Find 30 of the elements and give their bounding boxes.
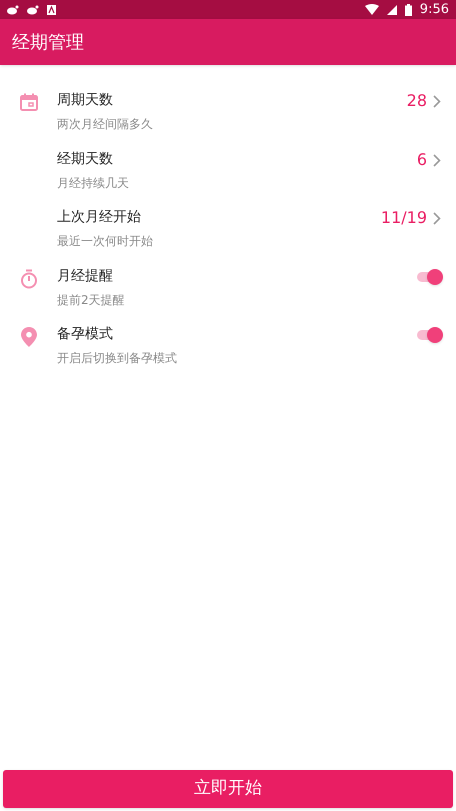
- setting-subtitle: 两次月经间隔多久: [57, 116, 153, 133]
- setting-subtitle: 最近一次何时开始: [57, 233, 153, 250]
- chevron-right-icon: [433, 95, 441, 108]
- setting-title: 备孕模式: [57, 325, 113, 344]
- setting-title: 经期天数: [57, 150, 113, 168]
- setting-value[interactable]: 6: [416, 148, 441, 170]
- chevron-right-icon: [433, 154, 441, 166]
- battery-icon: [404, 4, 412, 16]
- setting-subtitle: 月经持续几天: [57, 174, 129, 192]
- notification-icon: [27, 4, 39, 14]
- setting-title: 月经提醒: [57, 266, 113, 286]
- stopwatch-icon: [20, 268, 38, 288]
- clock-text: 9:56: [420, 3, 449, 16]
- setting-title: 周期天数: [57, 91, 113, 110]
- setting-title: 上次月经开始: [57, 208, 141, 227]
- toggle-switch[interactable]: [415, 325, 443, 345]
- signal-icon: [386, 4, 397, 14]
- setting-subtitle: 开启后切换到备孕模式: [57, 350, 177, 367]
- start-button[interactable]: 立即开始: [3, 770, 453, 808]
- chevron-right-icon: [433, 212, 441, 225]
- notification-icon: [47, 4, 56, 14]
- toggle-switch[interactable]: [415, 266, 443, 286]
- setting-subtitle: 提前2天提醒: [57, 292, 125, 308]
- app-title: 经期管理: [12, 30, 84, 54]
- setting-value[interactable]: 11/19: [380, 206, 441, 228]
- calendar-icon: [20, 93, 38, 111]
- setting-value[interactable]: 28: [406, 89, 441, 111]
- location-pin-icon: [21, 327, 37, 347]
- wifi-icon: [364, 4, 379, 15]
- notification-icon: [7, 4, 19, 14]
